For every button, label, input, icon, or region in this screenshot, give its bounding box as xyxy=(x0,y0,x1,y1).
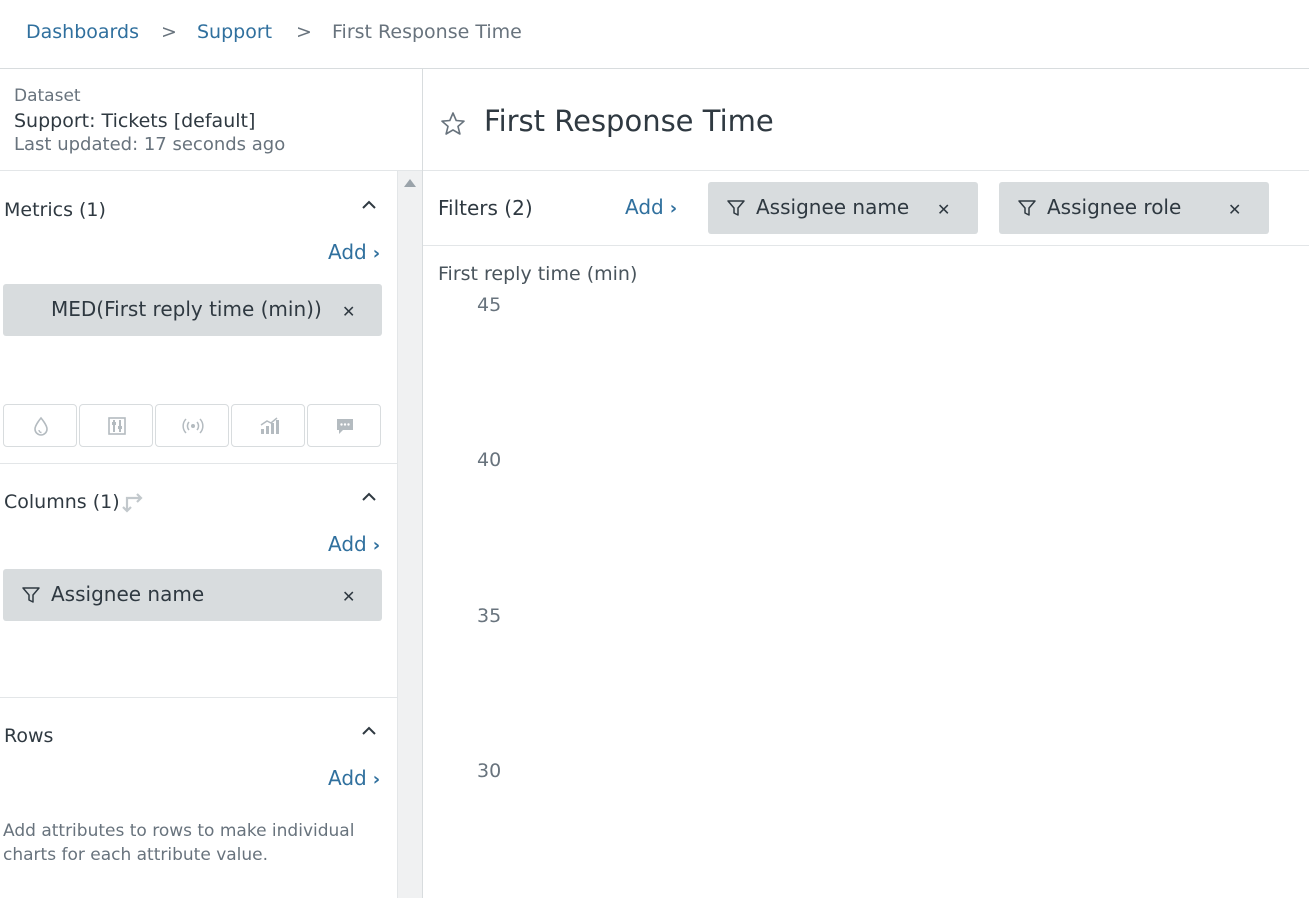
comment-icon[interactable] xyxy=(307,404,381,447)
y-tick-label: 35 xyxy=(477,605,502,627)
chart-growth-icon[interactable] xyxy=(231,404,305,447)
y-tick-label: 40 xyxy=(477,449,502,471)
column-pill[interactable]: Assignee name ✕ xyxy=(3,569,382,621)
rows-section-title: Rows xyxy=(4,725,54,747)
section-divider xyxy=(0,697,397,698)
filters-label: Filters (2) xyxy=(438,196,533,220)
filter-pill-assignee-name[interactable]: Assignee name ✕ xyxy=(708,182,978,234)
report-main: First Response Time Filters (2) Add › Ass… xyxy=(423,69,1309,898)
filter-funnel-icon xyxy=(727,200,745,216)
metric-pill-label: MED(First reply time (min)) xyxy=(51,297,322,321)
dataset-name[interactable]: Support: Tickets [default] xyxy=(14,110,255,132)
breadcrumb-current: First Response Time xyxy=(332,21,522,43)
swap-axes-icon[interactable] xyxy=(121,489,147,515)
filter-pill-label: Assignee role xyxy=(1047,195,1182,219)
filter-funnel-icon[interactable] xyxy=(21,585,41,605)
dataset-last-updated: Last updated: 17 seconds ago xyxy=(14,134,286,155)
column-pill-label: Assignee name xyxy=(51,582,205,606)
add-filter-button[interactable]: Add › xyxy=(625,195,677,219)
remove-column-close-icon[interactable]: ✕ xyxy=(342,587,355,606)
breadcrumb-support-link[interactable]: Support xyxy=(197,19,272,45)
metrics-section-title: Metrics (1) xyxy=(4,199,106,221)
add-metric-button[interactable]: Add › xyxy=(328,240,380,264)
columns-section-title: Columns (1) xyxy=(4,491,120,513)
filters-bar: Filters (2) Add › Assignee name ✕ Assigne… xyxy=(423,171,1309,246)
y-tick-label: 45 xyxy=(477,294,502,316)
sliders-icon[interactable] xyxy=(79,404,153,447)
chart-area: First reply time (min) 45 40 35 30 xyxy=(423,246,1309,898)
scroll-up-arrow-icon[interactable] xyxy=(404,179,416,187)
y-axis-title: First reply time (min) xyxy=(438,263,638,285)
collapse-rows-chevron-up-icon[interactable] xyxy=(360,722,378,740)
breadcrumb: Dashboards > Support > First Response Ti… xyxy=(0,0,1309,69)
add-column-button[interactable]: Add › xyxy=(328,532,380,556)
dataset-panel: Dataset Support: Tickets [default] Last … xyxy=(0,69,422,171)
breadcrumb-separator: > xyxy=(161,21,177,43)
drop-icon[interactable] xyxy=(3,404,77,447)
filter-funnel-icon xyxy=(1018,200,1036,216)
query-sidebar: Dataset Support: Tickets [default] Last … xyxy=(0,69,423,898)
remove-filter-close-icon[interactable]: ✕ xyxy=(1228,200,1241,219)
y-tick-label: 30 xyxy=(477,760,502,782)
collapse-metrics-chevron-up-icon[interactable] xyxy=(360,196,378,214)
broadcast-icon[interactable] xyxy=(155,404,229,447)
report-header: First Response Time xyxy=(423,69,1309,171)
filter-pill-label: Assignee name xyxy=(756,195,910,219)
add-row-button[interactable]: Add › xyxy=(328,766,380,790)
collapse-columns-chevron-up-icon[interactable] xyxy=(360,488,378,506)
rows-help-text: Add attributes to rows to make individua… xyxy=(3,821,355,865)
metric-options-toolbar xyxy=(3,404,381,447)
sidebar-scrollbar[interactable] xyxy=(397,171,422,898)
dataset-label: Dataset xyxy=(14,86,81,106)
breadcrumb-separator: > xyxy=(296,21,312,43)
metric-pill[interactable]: MED(First reply time (min)) ✕ xyxy=(3,284,382,336)
filter-pill-assignee-role[interactable]: Assignee role ✕ xyxy=(999,182,1269,234)
breadcrumb-dashboards-link[interactable]: Dashboards xyxy=(26,19,139,45)
remove-metric-close-icon[interactable]: ✕ xyxy=(342,302,355,321)
section-divider xyxy=(0,463,397,464)
report-title: First Response Time xyxy=(484,104,774,138)
favorite-star-icon[interactable] xyxy=(439,110,467,138)
remove-filter-close-icon[interactable]: ✕ xyxy=(937,200,950,219)
